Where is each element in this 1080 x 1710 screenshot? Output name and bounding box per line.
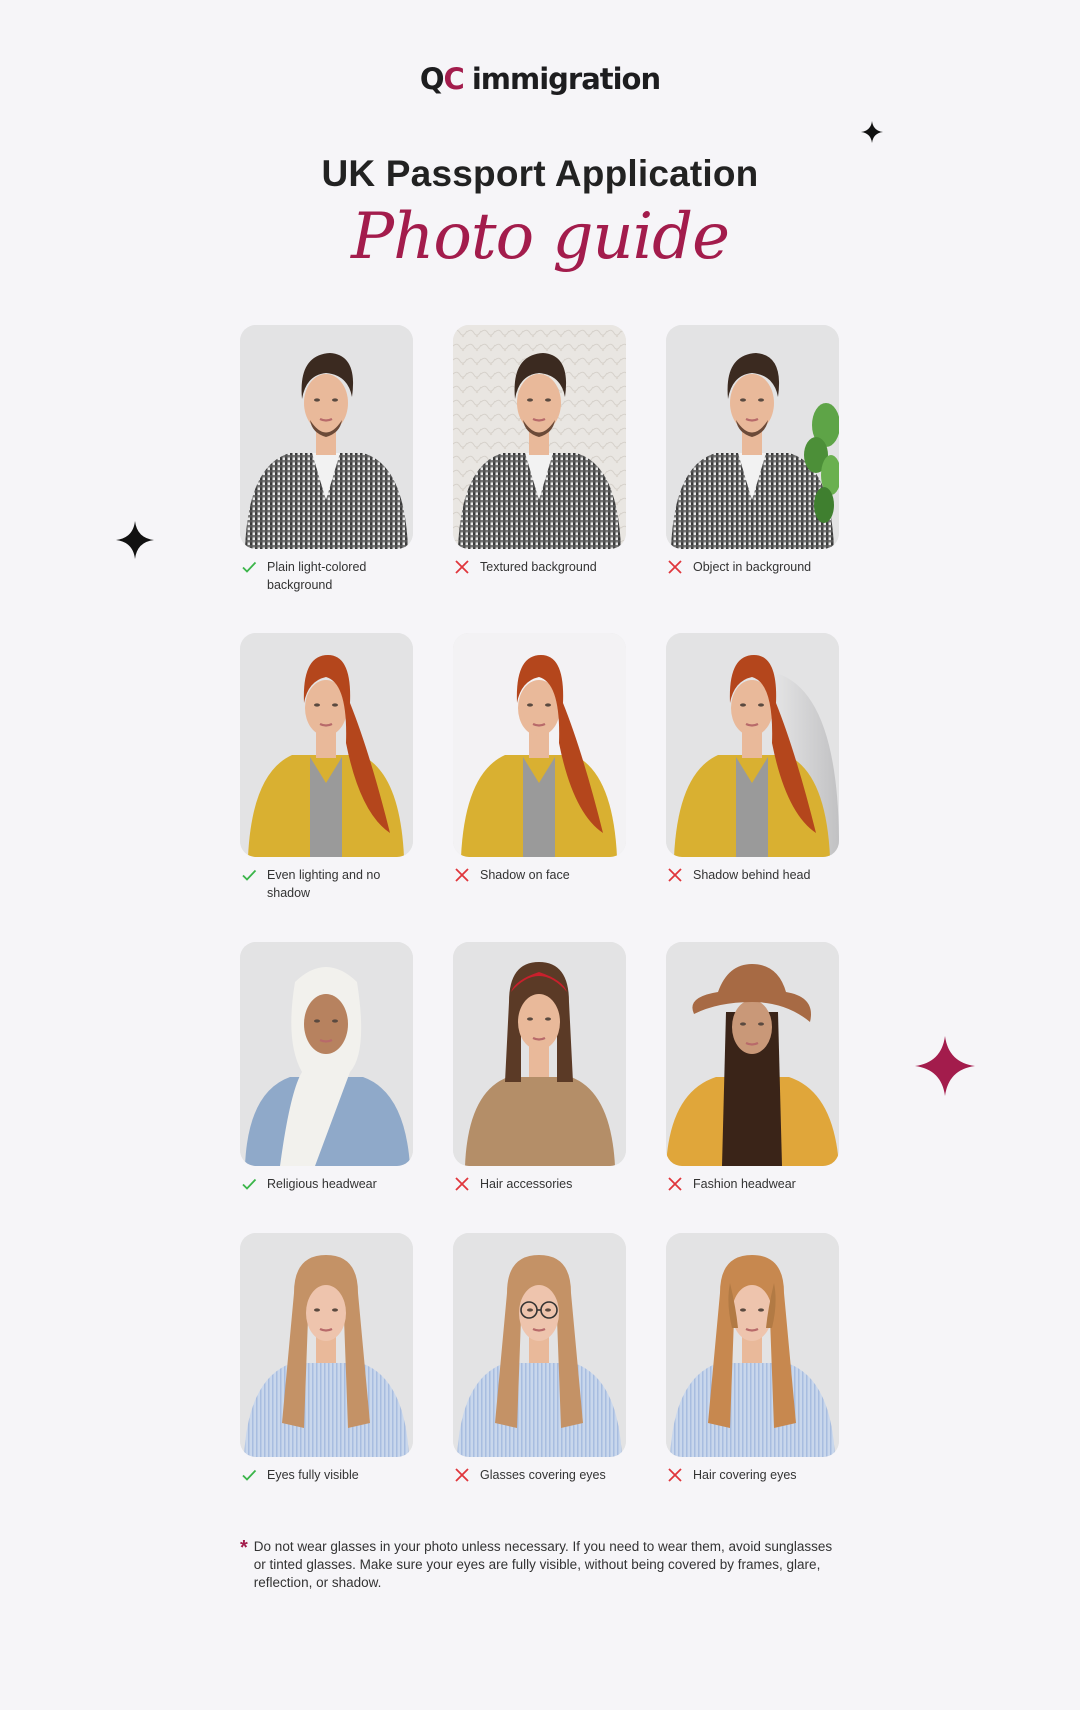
photo-caption: Shadow on face — [453, 866, 626, 884]
photo-example-card: Hair accessories — [453, 942, 626, 1193]
caption-text: Object in background — [693, 560, 812, 574]
sparkle-icon — [116, 521, 154, 559]
check-icon — [242, 561, 257, 573]
check-icon — [242, 869, 257, 881]
photo-caption: Hair covering eyes — [666, 1466, 839, 1484]
portrait-illustration — [666, 325, 839, 549]
photo-example-card: Plain light-colored background — [240, 325, 413, 594]
example-photo — [240, 942, 413, 1166]
example-photo — [240, 633, 413, 857]
cross-icon — [455, 1468, 469, 1482]
example-photo — [666, 1233, 839, 1457]
cross-icon — [455, 868, 469, 882]
portrait-illustration — [666, 633, 839, 857]
example-photo — [666, 942, 839, 1166]
photo-example-card: Hair covering eyes — [666, 1233, 839, 1484]
caption-text: Religious headwear — [267, 1177, 377, 1191]
photo-example-card: Fashion headwear — [666, 942, 839, 1193]
portrait-illustration — [666, 942, 839, 1166]
cross-icon — [668, 1177, 682, 1191]
photo-caption: Plain light-colored background — [240, 558, 413, 594]
logo-mark-c: C — [443, 62, 465, 96]
portrait-illustration — [240, 1233, 413, 1457]
photo-example-card: Even lighting and no shadow — [240, 633, 413, 902]
photo-example-card: Shadow on face — [453, 633, 626, 884]
photo-example-card: Shadow behind head — [666, 633, 839, 884]
photo-caption: Even lighting and no shadow — [240, 866, 413, 902]
check-icon — [242, 1178, 257, 1190]
portrait-illustration — [453, 942, 626, 1166]
portrait-illustration — [453, 1233, 626, 1457]
logo-mark-q: Q — [419, 62, 445, 96]
page-subtitle: Photo guide — [351, 200, 730, 274]
portrait-illustration — [666, 1233, 839, 1457]
brand-logo: QC immigration — [0, 62, 1080, 96]
check-icon — [242, 1469, 257, 1481]
caption-text: Even lighting and no shadow — [267, 868, 381, 900]
portrait-illustration — [453, 633, 626, 857]
cross-icon — [668, 560, 682, 574]
example-photo — [666, 633, 839, 857]
photo-caption: Textured background — [453, 558, 626, 576]
caption-text: Textured background — [480, 560, 597, 574]
sparkle-icon — [915, 1036, 975, 1096]
caption-text: Shadow on face — [480, 868, 570, 882]
example-photo — [666, 325, 839, 549]
photo-caption: Hair accessories — [453, 1175, 626, 1193]
photo-caption: Glasses covering eyes — [453, 1466, 626, 1484]
photo-example-card: Object in background — [666, 325, 839, 576]
sparkle-icon — [861, 121, 883, 143]
photo-caption: Religious headwear — [240, 1175, 413, 1193]
example-photo — [240, 1233, 413, 1457]
caption-text: Eyes fully visible — [267, 1468, 359, 1482]
example-photo — [453, 325, 626, 549]
photo-example-card: Glasses covering eyes — [453, 1233, 626, 1484]
logo-text: immigration — [471, 62, 661, 96]
example-photo — [453, 942, 626, 1166]
caption-text: Hair covering eyes — [693, 1468, 797, 1482]
photo-example-card: Textured background — [453, 325, 626, 576]
photo-caption: Eyes fully visible — [240, 1466, 413, 1484]
photo-caption: Fashion headwear — [666, 1175, 839, 1193]
cross-icon — [455, 560, 469, 574]
caption-text: Shadow behind head — [693, 868, 811, 882]
page-title: UK Passport Application — [321, 153, 759, 194]
cross-icon — [455, 1177, 469, 1191]
caption-text: Fashion headwear — [693, 1177, 796, 1191]
caption-text: Hair accessories — [480, 1177, 573, 1191]
portrait-illustration — [240, 942, 413, 1166]
footnote-text: Do not wear glasses in your photo unless… — [253, 1539, 833, 1590]
portrait-illustration — [453, 325, 626, 549]
photo-example-card: Eyes fully visible — [240, 1233, 413, 1484]
caption-text: Plain light-colored background — [267, 560, 367, 592]
photo-example-card: Religious headwear — [240, 942, 413, 1193]
cross-icon — [668, 1468, 682, 1482]
photo-caption: Object in background — [666, 558, 839, 576]
portrait-illustration — [240, 633, 413, 857]
footnote: * Do not wear glasses in your photo unle… — [240, 1538, 840, 1592]
caption-text: Glasses covering eyes — [480, 1468, 606, 1482]
example-photo — [240, 325, 413, 549]
example-photo — [453, 633, 626, 857]
cross-icon — [668, 868, 682, 882]
portrait-illustration — [240, 325, 413, 549]
photo-caption: Shadow behind head — [666, 866, 839, 884]
asterisk-icon: * — [240, 1537, 248, 1559]
example-photo — [453, 1233, 626, 1457]
